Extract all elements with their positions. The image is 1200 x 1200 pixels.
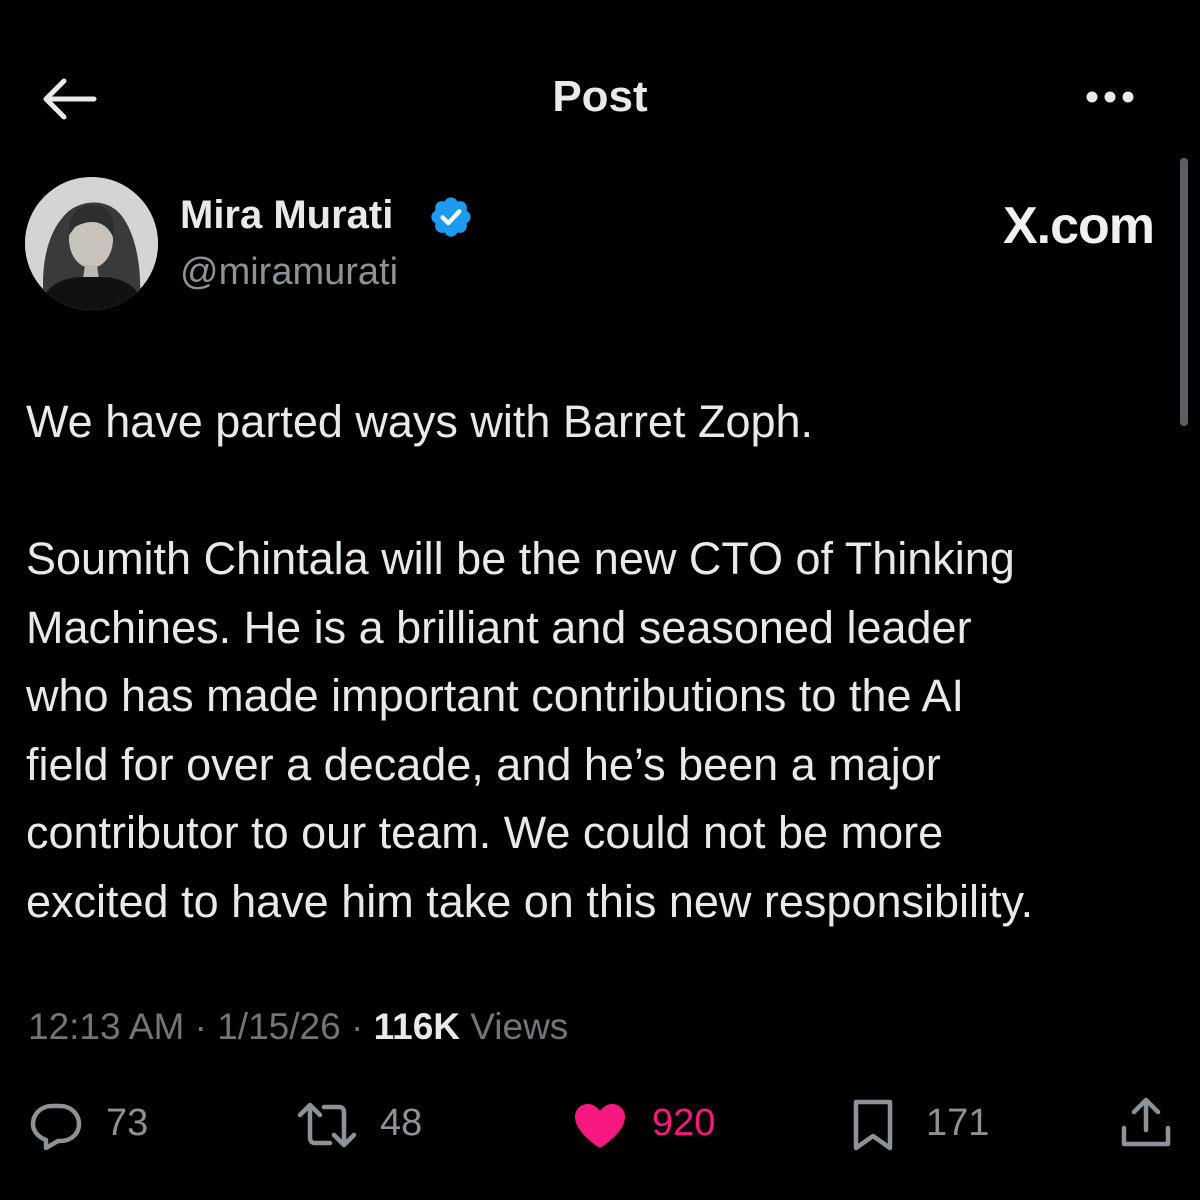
post-text: We have parted ways with Barret Zoph. So… <box>26 388 1186 936</box>
author-name[interactable]: Mira Murati <box>180 193 393 238</box>
post-text-line: We have parted ways with Barret Zoph. <box>26 396 814 447</box>
meta-separator: · <box>194 1006 207 1047</box>
bookmark-icon <box>853 1099 893 1151</box>
repost-button[interactable]: 48 <box>296 1090 436 1160</box>
more-options-button[interactable] <box>1080 80 1140 114</box>
x-com-watermark: X.com <box>1002 197 1155 255</box>
more-horizontal-icon <box>1086 91 1134 103</box>
top-bar: Post <box>0 0 1200 200</box>
author-avatar[interactable] <box>25 177 158 310</box>
reply-button[interactable]: 73 <box>28 1090 158 1160</box>
heart-icon <box>575 1104 625 1148</box>
post-text-line: Machines. He is a brilliant and seasoned… <box>26 601 972 653</box>
post-date[interactable]: 1/15/26 <box>217 1006 340 1047</box>
reply-count: 73 <box>106 1102 149 1144</box>
share-icon <box>1121 1097 1171 1147</box>
share-button[interactable] <box>1118 1090 1178 1160</box>
post-text-line: excited to have him take on this new res… <box>26 875 1034 927</box>
avatar-photo <box>25 177 158 310</box>
post-text-line: who has made important contributions to … <box>26 670 965 721</box>
repost-count: 48 <box>380 1102 423 1144</box>
bookmark-count: 171 <box>926 1102 990 1144</box>
post-text-line: field for over a decade, and he’s been a… <box>26 738 941 790</box>
verified-badge-icon <box>431 197 471 237</box>
repost-icon <box>297 1102 357 1148</box>
author-handle[interactable]: @miramurati <box>180 251 398 294</box>
action-bar: 73 48 920 171 <box>0 1090 1200 1160</box>
views-label: Views <box>470 1006 569 1047</box>
scrollbar[interactable] <box>1180 158 1188 426</box>
bookmark-button[interactable]: 171 <box>850 1090 990 1160</box>
page-title: Post <box>552 72 648 121</box>
meta-separator: · <box>350 1006 364 1047</box>
post-time[interactable]: 12:13 AM <box>28 1006 184 1047</box>
reply-bubble-icon <box>30 1103 82 1150</box>
post-text-line: contributor to our team. We could not be… <box>26 807 944 858</box>
post-meta: 12:13 AM · 1/15/26 · 116K Views <box>28 1006 568 1048</box>
views-count[interactable]: 116K <box>374 1006 460 1047</box>
like-button[interactable]: 920 <box>572 1090 732 1160</box>
post-text-line: Soumith Chintala will be the new CTO of … <box>26 533 1015 584</box>
like-count: 920 <box>652 1102 716 1144</box>
